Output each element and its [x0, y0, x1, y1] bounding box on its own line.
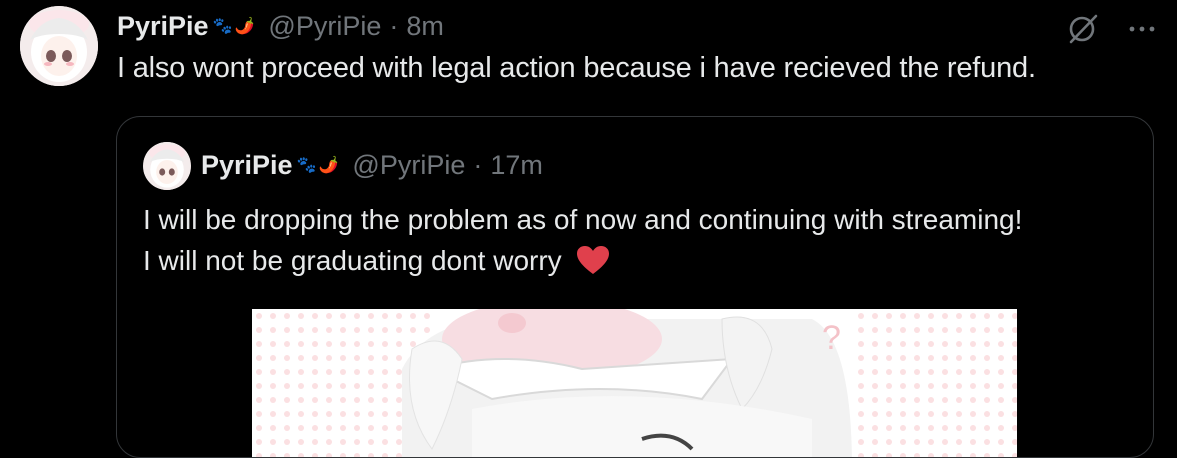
heart-icon	[577, 246, 610, 274]
avatar[interactable]	[20, 6, 98, 86]
post-actions	[1065, 12, 1159, 46]
quoted-avatar[interactable]	[143, 142, 191, 190]
quoted-post-header: PyriPie 🐾 🌶️ @PyriPie · 17m	[201, 148, 543, 182]
quoted-paws-emoji: 🐾	[296, 157, 317, 174]
quoted-text-line-2: I will not be graduating dont worry	[143, 240, 1022, 281]
quoted-post[interactable]: PyriPie 🐾 🌶️ @PyriPie · 17m I will be dr…	[116, 116, 1154, 458]
quoted-separator-dot: ·	[473, 149, 483, 180]
quoted-pepper-emoji: 🌶️	[318, 157, 339, 174]
grok-icon[interactable]	[1065, 12, 1099, 46]
post-timestamp[interactable]: 8m	[406, 11, 444, 42]
quoted-display-name[interactable]: PyriPie	[201, 150, 293, 181]
svg-text:?: ?	[822, 319, 841, 357]
quoted-text: I will be dropping the problem as of now…	[143, 199, 1022, 281]
paws-emoji: 🐾	[212, 18, 233, 35]
display-name[interactable]: PyriPie	[117, 11, 209, 42]
avatar-image	[20, 6, 98, 86]
quoted-user-handle[interactable]: @PyriPie	[352, 150, 465, 181]
pepper-emoji: 🌶️	[234, 18, 255, 35]
post-text: I also wont proceed with legal action be…	[117, 52, 1036, 84]
separator-dot: ·	[389, 10, 399, 41]
quoted-avatar-image	[143, 142, 191, 190]
quoted-text-line-2-content: I will not be graduating dont worry	[143, 245, 562, 276]
quoted-text-line-1: I will be dropping the problem as of now…	[143, 204, 1023, 235]
post-header: PyriPie 🐾 🌶️ @PyriPie · 8m	[117, 9, 444, 43]
user-handle[interactable]: @PyriPie	[268, 11, 381, 42]
more-icon[interactable]	[1125, 12, 1159, 46]
quoted-timestamp[interactable]: 17m	[490, 150, 543, 181]
